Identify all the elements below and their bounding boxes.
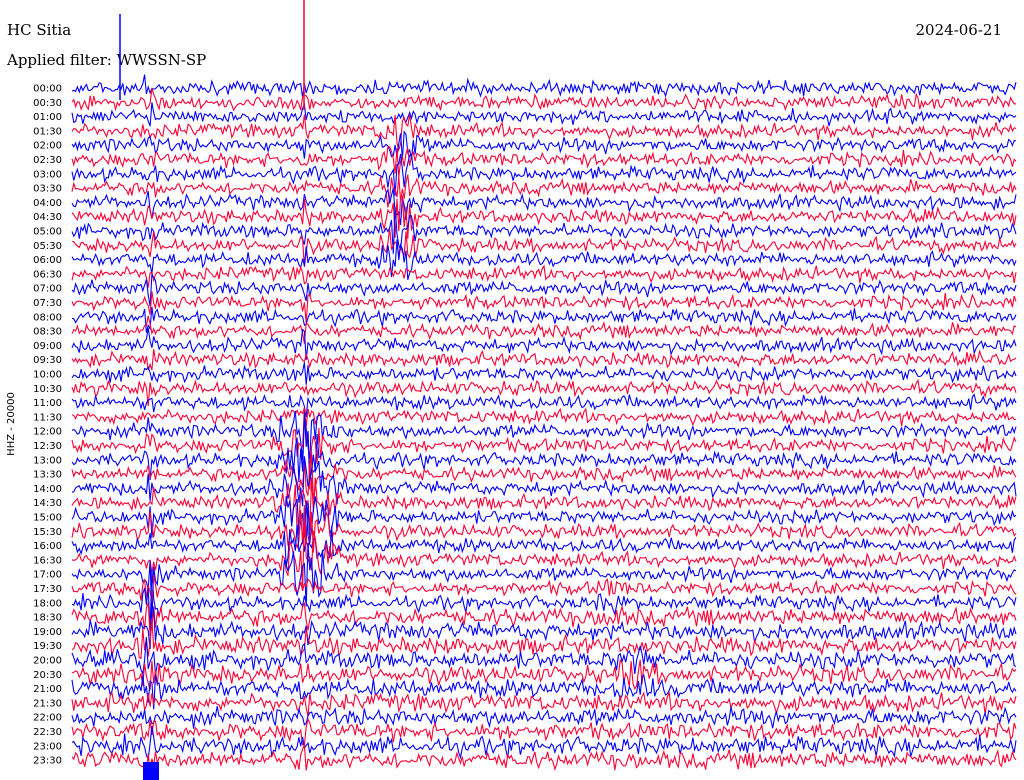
tick-label: 05:00 bbox=[33, 227, 62, 238]
tick-label: 01:00 bbox=[33, 112, 62, 123]
tick-label: 20:30 bbox=[33, 670, 62, 681]
tick-label: 23:30 bbox=[33, 756, 62, 767]
trace-layer bbox=[71, 0, 1017, 780]
trace-row bbox=[71, 658, 1017, 691]
trace-row bbox=[71, 272, 1017, 307]
trace-row bbox=[71, 88, 1017, 112]
trace-row bbox=[71, 306, 1017, 333]
trace-row bbox=[71, 378, 1017, 407]
tick-label: 00:30 bbox=[33, 98, 62, 109]
tick-label: 18:30 bbox=[33, 613, 62, 624]
tick-label: 17:30 bbox=[33, 584, 62, 595]
trace-row bbox=[71, 362, 1017, 385]
trace-row bbox=[71, 145, 1017, 178]
tick-label: 03:00 bbox=[33, 169, 62, 180]
tick-label: 02:30 bbox=[33, 155, 62, 166]
trace-row bbox=[71, 602, 1017, 650]
tick-label: 02:00 bbox=[33, 141, 62, 152]
tick-label: 05:30 bbox=[33, 241, 62, 252]
tick-label: 19:00 bbox=[33, 627, 62, 638]
tick-label: 13:00 bbox=[33, 455, 62, 466]
tick-label: 22:00 bbox=[33, 713, 62, 724]
tick-label: 07:00 bbox=[33, 284, 62, 295]
trace-row bbox=[71, 411, 1017, 460]
tick-label: 10:00 bbox=[33, 370, 62, 381]
tick-label: 09:30 bbox=[33, 355, 62, 366]
tick-label: 08:30 bbox=[33, 327, 62, 338]
trace-row bbox=[71, 264, 1017, 288]
tick-label: 15:30 bbox=[33, 527, 62, 538]
tick-label: 03:30 bbox=[33, 184, 62, 195]
trace-row bbox=[71, 477, 1017, 532]
tick-label: 13:30 bbox=[33, 470, 62, 481]
tick-label: 16:00 bbox=[33, 541, 62, 552]
tick-label: 11:00 bbox=[33, 398, 62, 409]
tick-label: 01:30 bbox=[33, 126, 62, 137]
tick-label: 18:00 bbox=[33, 598, 62, 609]
tick-label: 06:30 bbox=[33, 269, 62, 280]
tick-label: 15:00 bbox=[33, 513, 62, 524]
tick-label: 09:00 bbox=[33, 341, 62, 352]
tick-label: 04:00 bbox=[33, 198, 62, 209]
tick-label: 07:30 bbox=[33, 298, 62, 309]
tick-label: 16:30 bbox=[33, 555, 62, 566]
trace-row bbox=[71, 349, 1017, 371]
tick-label: 12:00 bbox=[33, 427, 62, 438]
tick-label: 12:30 bbox=[33, 441, 62, 452]
tick-label: 00:00 bbox=[33, 84, 62, 95]
tick-label: 17:00 bbox=[33, 570, 62, 581]
tick-label: 11:30 bbox=[33, 412, 62, 423]
tick-label: 21:30 bbox=[33, 698, 62, 709]
helicorder-plot: 00:00 00:30 01:00 01:30 02:00 02:30 03:00 03:30… bbox=[6, 0, 1017, 780]
saturation-mark bbox=[143, 762, 159, 780]
tick-label: 08:00 bbox=[33, 312, 62, 323]
tick-label: 14:30 bbox=[33, 498, 62, 509]
tick-label: 04:30 bbox=[33, 212, 62, 223]
tick-label: 21:00 bbox=[33, 684, 62, 695]
time-tick-labels: 00:00 00:30 01:00 01:30 02:00 02:30 03:00 03:30… bbox=[33, 84, 62, 767]
tick-label: 10:30 bbox=[33, 384, 62, 395]
trace-row bbox=[71, 543, 1017, 622]
y-axis-label: HHZ - 20000 bbox=[6, 392, 17, 456]
tick-label: 19:30 bbox=[33, 641, 62, 652]
trace-row bbox=[71, 601, 1017, 637]
trace-row bbox=[71, 315, 1017, 344]
trace-row bbox=[71, 74, 1017, 98]
tick-label: 14:00 bbox=[33, 484, 62, 495]
trace-row bbox=[71, 130, 1017, 160]
tick-label: 22:30 bbox=[33, 727, 62, 738]
tick-label: 23:00 bbox=[33, 741, 62, 752]
tick-label: 20:00 bbox=[33, 656, 62, 667]
tick-label: 06:00 bbox=[33, 255, 62, 266]
